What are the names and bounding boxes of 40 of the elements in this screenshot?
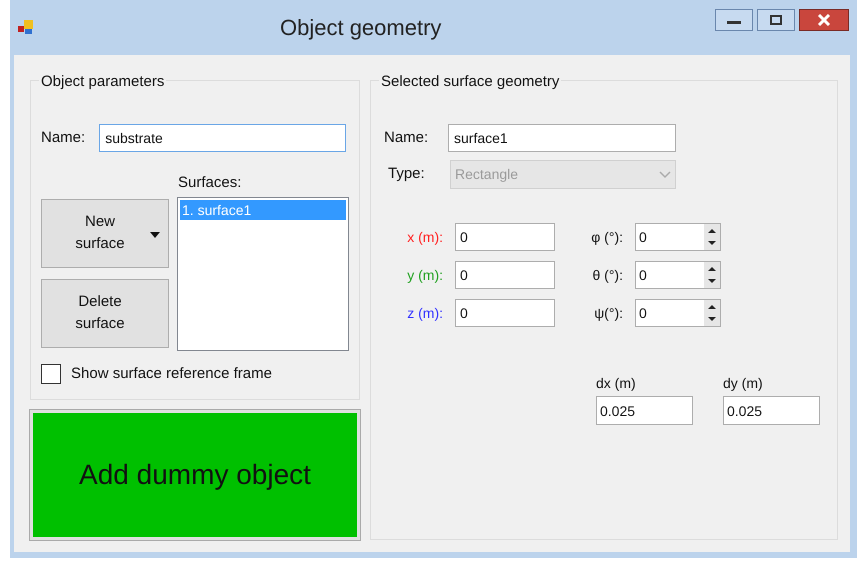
coordinate-label: z (m): [406,304,444,323]
minimize-button[interactable] [715,8,753,30]
checkbox[interactable] [41,364,61,384]
caret-icon [150,232,160,238]
app-icon [18,20,36,36]
minimize-icon [727,21,741,24]
spinner-arrows-icon[interactable] [704,224,720,250]
spinner-arrows-icon[interactable] [704,300,720,326]
delete-surface-button[interactable]: Delete surface [41,278,169,348]
coordinate-input[interactable]: 0 [455,299,555,327]
checkbox-label: Show surface reference frame [71,364,272,384]
type-label: Type: [388,164,426,184]
size-input[interactable]: 0.025 [596,396,693,425]
name-label: Name: [384,128,430,148]
coordinate-input[interactable]: 0 [455,261,555,289]
name-label: Name: [41,128,86,148]
angle-label: ψ(°): [593,304,624,323]
size-input[interactable]: 0.025 [723,396,820,425]
coordinate-label: x (m): [406,228,444,247]
coordinate-input[interactable]: 0 [455,223,555,251]
add-dummy-object-button[interactable]: Add dummy object [30,410,360,540]
new-surface-button[interactable]: New surface [41,198,169,268]
spinner-arrows-icon[interactable] [704,262,720,288]
size-label: dy (m) [723,374,764,393]
angle-label: θ (°): [592,266,624,285]
close-button[interactable] [799,8,849,30]
window-title: Object geometry [280,14,442,42]
close-icon [817,14,831,26]
surface-name-input[interactable]: surface1 [448,124,676,152]
maximize-button[interactable] [757,8,795,30]
surfaces-label: Surfaces: [178,173,242,193]
maximize-icon [770,14,782,24]
size-label: dx (m) [596,374,637,393]
chevron-down-icon [659,170,671,178]
coordinate-label: y (m): [406,266,444,285]
angle-spinner[interactable]: 0 [635,299,721,327]
angle-spinner[interactable]: 0 [635,223,721,251]
name-input[interactable]: substrate [99,124,346,152]
angle-label: φ (°): [590,228,624,247]
angle-spinner[interactable]: 0 [635,261,721,289]
